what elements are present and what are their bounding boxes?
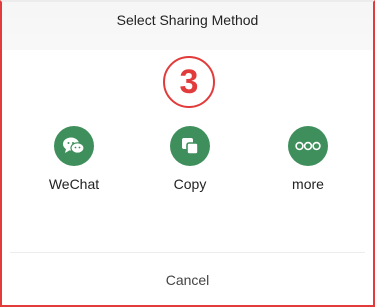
divider: [10, 252, 365, 253]
share-option-more[interactable]: more: [263, 126, 353, 192]
copy-icon: [170, 126, 210, 166]
share-option-label: Copy: [173, 176, 207, 192]
share-option-label: WeChat: [48, 176, 100, 192]
share-option-copy[interactable]: Copy: [145, 126, 235, 192]
share-option-label: more: [292, 176, 324, 192]
share-option-wechat[interactable]: WeChat: [29, 126, 119, 192]
dialog-title: Select Sharing Method: [116, 12, 259, 28]
share-sheet: Select Sharing Method 3 WeChat Copy more…: [0, 0, 375, 307]
more-icon: [288, 126, 328, 166]
step-number-badge: 3: [163, 56, 215, 108]
wechat-icon: [54, 126, 94, 166]
share-options: WeChat Copy more: [2, 126, 373, 196]
cancel-button[interactable]: Cancel: [2, 258, 373, 302]
